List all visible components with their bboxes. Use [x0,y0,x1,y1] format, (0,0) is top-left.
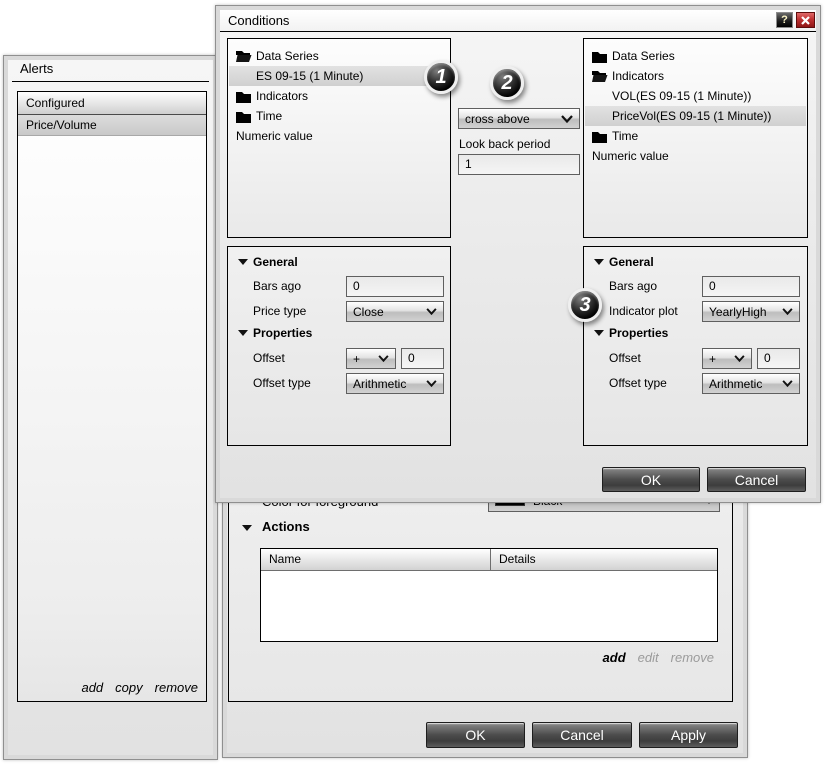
actions-details-column-header: Details [491,549,717,570]
tree-item-time[interactable]: Time [585,126,806,146]
actions-link-row: addedit remove [591,650,714,665]
screen: Alerts Configured Price/Volume addcopyre… [0,0,826,768]
right-condition-tree: Data Series Indicators VOL(ES 09-15 (1 M… [583,38,808,238]
price-type-label: Price type [253,304,306,318]
general-section-header[interactable]: General [253,255,298,269]
chevron-down-icon [378,355,389,362]
general-collapse-triangle-icon[interactable] [594,259,604,265]
callout-badge-2: 2 [490,66,524,100]
indicator-plot-label: Indicator plot [609,304,678,318]
callout-badge-1: 1 [424,60,458,94]
look-back-label: Look back period [459,137,550,151]
chevron-down-icon [782,308,793,315]
offset-value-input[interactable]: 0 [757,348,800,369]
general-collapse-triangle-icon[interactable] [238,259,248,265]
tree-item-pricevol[interactable]: PriceVol(ES 09-15 (1 Minute)) [585,106,806,126]
tree-item-indicators[interactable]: Indicators [585,66,806,86]
alerts-window: Alerts Configured Price/Volume addcopyre… [3,55,218,760]
callout-badge-3: 3 [568,288,602,322]
bars-ago-input[interactable]: 0 [346,276,444,297]
offset-sign-dropdown[interactable]: + [702,348,752,369]
chevron-down-icon [426,380,437,387]
alerts-link-row: addcopy remove [69,680,198,695]
properties-section-header[interactable]: Properties [253,326,312,340]
alert-apply-button[interactable]: Apply [639,722,738,748]
tree-item-es-0915[interactable]: ES 09-15 (1 Minute) [229,66,449,86]
conditions-ok-button[interactable]: OK [602,467,700,492]
tree-item-numeric-value[interactable]: Numeric value [585,146,806,166]
alert-cancel-button[interactable]: Cancel [532,722,632,748]
right-properties-panel: General Bars ago 0 Indicator plot Yearly… [583,246,808,446]
properties-collapse-triangle-icon[interactable] [238,330,248,336]
offset-type-label: Offset type [253,376,311,390]
configured-column-header: Configured [18,92,206,115]
offset-sign-dropdown[interactable]: + [346,348,396,369]
tree-item-data-series[interactable]: Data Series [229,46,449,66]
conditions-dialog: Conditions ? Data Series ES 09-15 (1 Min… [215,5,821,503]
offset-label: Offset [253,351,285,365]
general-section-header[interactable]: General [609,255,654,269]
price-type-dropdown[interactable]: Close [346,301,444,322]
help-button[interactable]: ? [776,12,793,28]
tree-item-indicators[interactable]: Indicators [229,86,449,106]
alerts-title-bar: Alerts [8,60,213,81]
alert-ok-button[interactable]: OK [426,722,525,748]
offset-type-label: Offset type [609,376,667,390]
chevron-down-icon [426,308,437,315]
bars-ago-label: Bars ago [609,279,657,293]
properties-collapse-triangle-icon[interactable] [594,330,604,336]
tree-item-vol[interactable]: VOL(ES 09-15 (1 Minute)) [585,86,806,106]
chevron-down-icon [561,115,573,123]
actions-section-header[interactable]: Actions [262,519,310,534]
offset-value-input[interactable]: 0 [401,348,444,369]
bars-ago-input[interactable]: 0 [702,276,800,297]
left-condition-tree: Data Series ES 09-15 (1 Minute) Indicato… [227,38,451,238]
properties-section-header[interactable]: Properties [609,326,668,340]
alerts-remove-link[interactable]: remove [155,680,198,695]
conditions-dialog-title: Conditions [228,13,289,28]
look-back-input[interactable]: 1 [458,154,580,175]
operator-dropdown[interactable]: cross above [458,108,580,129]
tree-item-time[interactable]: Time [229,106,449,126]
tree-item-numeric-value[interactable]: Numeric value [229,126,449,146]
actions-remove-link[interactable]: remove [671,650,714,665]
actions-table-header: Name Details [261,549,717,571]
left-properties-panel: General Bars ago 0 Price type Close Prop… [227,246,451,446]
close-button[interactable] [796,12,815,28]
chevron-down-icon [782,380,793,387]
chevron-down-icon [734,355,745,362]
actions-add-link[interactable]: add [603,650,626,665]
indicator-plot-dropdown[interactable]: YearlyHigh [702,301,800,322]
actions-collapse-triangle-icon[interactable] [242,525,252,531]
actions-name-column-header: Name [261,549,491,570]
configured-alerts-list: Configured Price/Volume addcopy remove [17,91,207,702]
alerts-window-title: Alerts [20,61,53,76]
tree-item-data-series[interactable]: Data Series [585,46,806,66]
operator-value: cross above [465,112,557,126]
alerts-copy-link[interactable]: copy [115,680,142,695]
alerts-add-link[interactable]: add [81,680,103,695]
offset-label: Offset [609,351,641,365]
conditions-title-bar: Conditions ? [220,10,816,32]
offset-type-dropdown[interactable]: Arithmetic [346,373,444,394]
actions-table: Name Details [260,548,718,642]
offset-type-dropdown[interactable]: Arithmetic [702,373,800,394]
conditions-cancel-button[interactable]: Cancel [707,467,806,492]
actions-edit-link[interactable]: edit [638,650,659,665]
alert-list-item[interactable]: Price/Volume [18,115,206,136]
bars-ago-label: Bars ago [253,279,301,293]
title-divider [12,81,209,82]
close-icon [801,16,810,25]
